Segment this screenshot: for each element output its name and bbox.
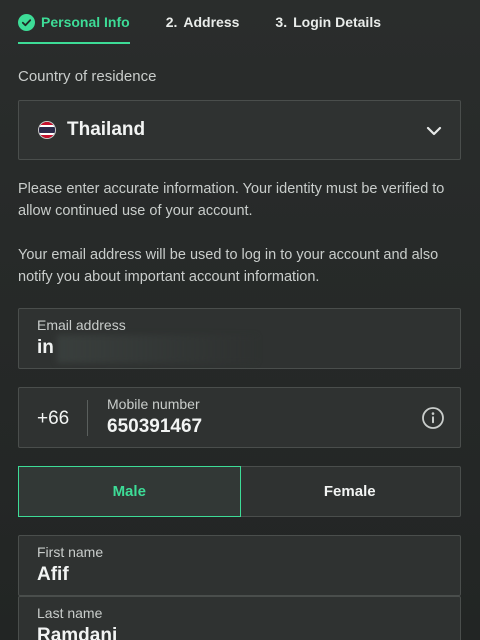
- info-icon[interactable]: [421, 406, 445, 430]
- gender-male-button[interactable]: Male: [18, 466, 241, 517]
- email-label: Email address: [37, 317, 126, 333]
- country-select[interactable]: Thailand: [18, 100, 461, 160]
- registration-form-page: Personal Info 2. Address 3. Login Detail…: [0, 0, 480, 640]
- chevron-down-icon: [426, 126, 442, 136]
- tab-login-details-number: 3.: [275, 14, 288, 30]
- gender-selector: Male Female: [18, 466, 461, 517]
- identity-notice: Please enter accurate information. Your …: [18, 181, 445, 219]
- phone-divider: [87, 400, 88, 436]
- thailand-flag-icon: [38, 121, 56, 139]
- tab-address-number: 2.: [165, 14, 178, 30]
- mobile-number-value: 650391467: [107, 416, 203, 437]
- email-notice: Your email address will be used to log i…: [18, 247, 439, 285]
- check-circle-icon: [18, 13, 35, 31]
- email-value: in: [37, 337, 54, 358]
- last-name-label: Last name: [37, 605, 103, 621]
- first-name-label: First name: [37, 544, 104, 560]
- last-name-field[interactable]: Last name Ramdani: [18, 596, 461, 640]
- country-value: Thailand: [67, 119, 146, 140]
- mobile-number-label: Mobile number: [107, 396, 200, 412]
- tab-personal-info[interactable]: Personal Info: [18, 0, 130, 44]
- country-code[interactable]: +66: [37, 408, 69, 430]
- step-tabs: Personal Info 2. Address 3. Login Detail…: [0, 0, 480, 44]
- tab-address-label: Address: [183, 14, 240, 30]
- last-name-value: Ramdani: [37, 625, 118, 640]
- tab-login-details[interactable]: 3. Login Details: [275, 0, 381, 44]
- email-field[interactable]: Email address in: [18, 308, 461, 369]
- mobile-number-field[interactable]: +66 Mobile number 650391467: [18, 387, 461, 448]
- first-name-value: Afif: [37, 564, 69, 585]
- country-label: Country of residence: [18, 68, 157, 85]
- gender-female-button[interactable]: Female: [240, 467, 461, 516]
- tab-personal-info-label: Personal Info: [41, 14, 130, 30]
- tab-address[interactable]: 2. Address: [166, 0, 240, 44]
- first-name-field[interactable]: First name Afif: [18, 535, 461, 596]
- email-redaction: [57, 335, 257, 363]
- tab-login-details-label: Login Details: [293, 14, 381, 30]
